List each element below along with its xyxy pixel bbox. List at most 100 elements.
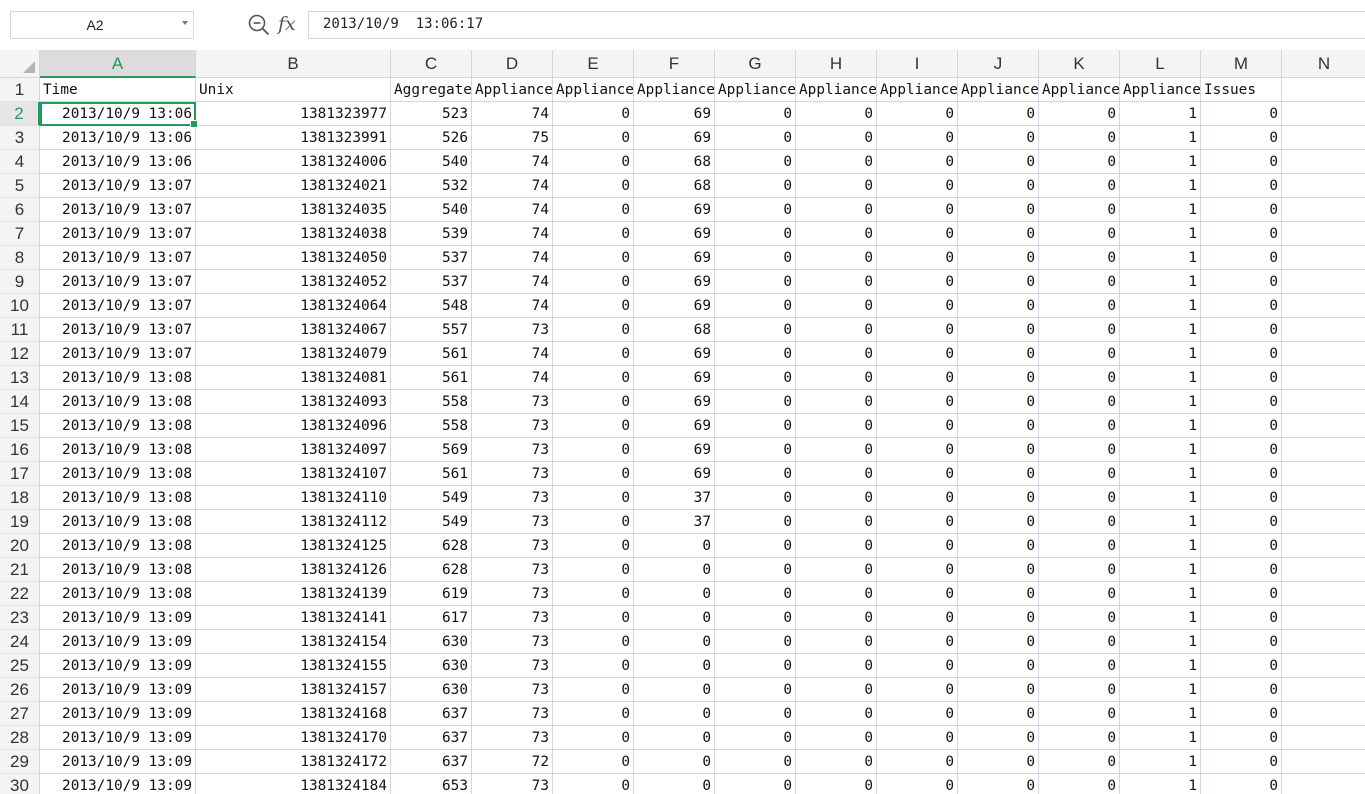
- table-cell[interactable]: 0: [715, 534, 796, 558]
- table-cell[interactable]: 0: [1039, 198, 1120, 222]
- table-cell[interactable]: 637: [391, 702, 472, 726]
- table-cell[interactable]: 1381324081: [196, 366, 391, 390]
- table-cell[interactable]: 1: [1120, 750, 1201, 774]
- table-cell[interactable]: 74: [472, 198, 553, 222]
- table-cell[interactable]: 0: [553, 174, 634, 198]
- table-cell[interactable]: 523: [391, 102, 472, 126]
- table-cell[interactable]: 549: [391, 486, 472, 510]
- table-cell[interactable]: 0: [1201, 414, 1282, 438]
- table-cell[interactable]: 1: [1120, 222, 1201, 246]
- table-cell[interactable]: 0: [877, 654, 958, 678]
- table-cell[interactable]: 0: [634, 726, 715, 750]
- table-cell[interactable]: 0: [958, 750, 1039, 774]
- table-cell[interactable]: 0: [715, 462, 796, 486]
- table-cell[interactable]: 0: [715, 102, 796, 126]
- table-cell[interactable]: 68: [634, 150, 715, 174]
- table-cell[interactable]: 0: [958, 582, 1039, 606]
- row-header[interactable]: 2: [0, 102, 40, 126]
- table-cell[interactable]: 0: [715, 702, 796, 726]
- table-cell[interactable]: 0: [1201, 534, 1282, 558]
- table-cell[interactable]: 2013/10/9 13:07: [40, 342, 196, 366]
- table-cell[interactable]: 69: [634, 390, 715, 414]
- table-cell[interactable]: [1282, 126, 1365, 150]
- table-cell[interactable]: 0: [715, 606, 796, 630]
- table-cell[interactable]: 0: [958, 174, 1039, 198]
- header-cell[interactable]: Unix: [196, 78, 391, 102]
- table-cell[interactable]: 0: [877, 726, 958, 750]
- table-cell[interactable]: 0: [796, 390, 877, 414]
- table-cell[interactable]: 0: [553, 462, 634, 486]
- table-cell[interactable]: 630: [391, 678, 472, 702]
- table-cell[interactable]: 1381324157: [196, 678, 391, 702]
- table-cell[interactable]: 0: [796, 414, 877, 438]
- table-cell[interactable]: 0: [1201, 558, 1282, 582]
- header-cell[interactable]: Appliance: [1039, 78, 1120, 102]
- table-cell[interactable]: 69: [634, 270, 715, 294]
- table-cell[interactable]: [1282, 702, 1365, 726]
- row-header[interactable]: 23: [0, 606, 40, 630]
- table-cell[interactable]: 0: [1039, 174, 1120, 198]
- table-cell[interactable]: 0: [1039, 318, 1120, 342]
- table-cell[interactable]: 0: [796, 726, 877, 750]
- table-cell[interactable]: 0: [958, 438, 1039, 462]
- table-cell[interactable]: 1: [1120, 702, 1201, 726]
- table-cell[interactable]: 74: [472, 270, 553, 294]
- table-cell[interactable]: 0: [1039, 558, 1120, 582]
- table-cell[interactable]: 0: [715, 678, 796, 702]
- table-cell[interactable]: 0: [958, 270, 1039, 294]
- table-cell[interactable]: 0: [958, 150, 1039, 174]
- table-cell[interactable]: 0: [553, 726, 634, 750]
- table-cell[interactable]: 0: [715, 294, 796, 318]
- table-cell[interactable]: 72: [472, 750, 553, 774]
- table-cell[interactable]: 0: [877, 606, 958, 630]
- table-cell[interactable]: 0: [553, 102, 634, 126]
- table-cell[interactable]: 0: [958, 318, 1039, 342]
- table-cell[interactable]: 0: [715, 318, 796, 342]
- table-cell[interactable]: 0: [715, 726, 796, 750]
- table-cell[interactable]: 0: [796, 366, 877, 390]
- table-cell[interactable]: 0: [634, 750, 715, 774]
- row-header[interactable]: 27: [0, 702, 40, 726]
- table-cell[interactable]: 0: [877, 102, 958, 126]
- table-cell[interactable]: 0: [1039, 222, 1120, 246]
- column-header-g[interactable]: G: [715, 50, 796, 78]
- table-cell[interactable]: 2013/10/9 13:09: [40, 702, 196, 726]
- table-cell[interactable]: 0: [715, 366, 796, 390]
- column-header-f[interactable]: F: [634, 50, 715, 78]
- table-cell[interactable]: 0: [553, 414, 634, 438]
- table-cell[interactable]: [1282, 486, 1365, 510]
- table-cell[interactable]: [1282, 462, 1365, 486]
- table-cell[interactable]: 0: [877, 582, 958, 606]
- header-cell[interactable]: Appliance: [634, 78, 715, 102]
- table-cell[interactable]: 561: [391, 342, 472, 366]
- table-cell[interactable]: [1282, 390, 1365, 414]
- table-cell[interactable]: 1381324125: [196, 534, 391, 558]
- table-cell[interactable]: 0: [715, 582, 796, 606]
- table-cell[interactable]: 73: [472, 774, 553, 794]
- table-cell[interactable]: 69: [634, 198, 715, 222]
- table-cell[interactable]: 0: [796, 678, 877, 702]
- table-cell[interactable]: 69: [634, 294, 715, 318]
- table-cell[interactable]: 1: [1120, 270, 1201, 294]
- table-cell[interactable]: 0: [715, 198, 796, 222]
- table-cell[interactable]: 0: [796, 294, 877, 318]
- table-cell[interactable]: 1381324052: [196, 270, 391, 294]
- table-cell[interactable]: 0: [1201, 342, 1282, 366]
- table-cell[interactable]: 1: [1120, 414, 1201, 438]
- table-cell[interactable]: 73: [472, 414, 553, 438]
- row-header[interactable]: 16: [0, 438, 40, 462]
- table-cell[interactable]: 74: [472, 294, 553, 318]
- row-header[interactable]: 21: [0, 558, 40, 582]
- table-cell[interactable]: 2013/10/9 13:08: [40, 438, 196, 462]
- table-cell[interactable]: 74: [472, 102, 553, 126]
- table-cell[interactable]: 1381324110: [196, 486, 391, 510]
- table-cell[interactable]: 0: [1201, 606, 1282, 630]
- table-cell[interactable]: 0: [958, 534, 1039, 558]
- table-cell[interactable]: 0: [877, 534, 958, 558]
- table-cell[interactable]: 73: [472, 654, 553, 678]
- table-cell[interactable]: 540: [391, 198, 472, 222]
- table-cell[interactable]: 0: [796, 606, 877, 630]
- table-cell[interactable]: 2013/10/9 13:07: [40, 270, 196, 294]
- table-cell[interactable]: 0: [958, 102, 1039, 126]
- table-cell[interactable]: [1282, 558, 1365, 582]
